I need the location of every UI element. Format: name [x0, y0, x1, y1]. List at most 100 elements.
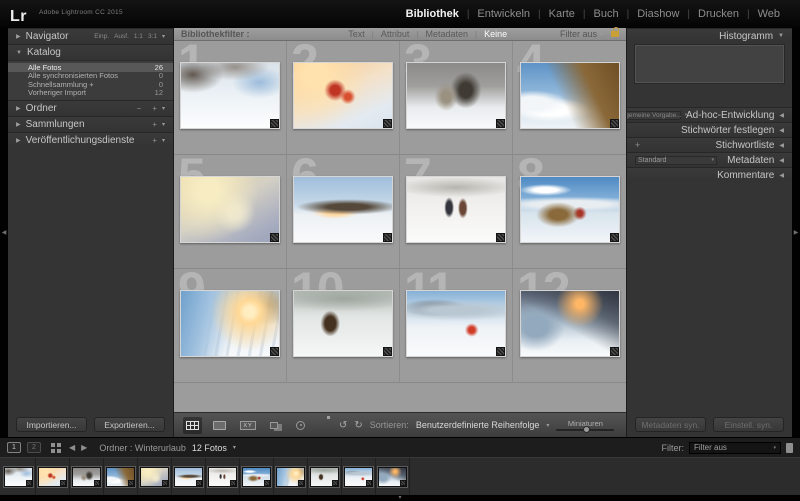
collection-badge-icon[interactable] [609, 233, 619, 242]
primary-monitor-button[interactable]: 1 [7, 442, 21, 453]
panel-header-stichwoerter-festlegen[interactable]: Stichwörter festlegen ◀ [627, 122, 792, 137]
right-panel-collapse-strip[interactable]: ▶ [792, 28, 800, 437]
module-tab-buch[interactable]: Buch [586, 8, 627, 20]
photo-thumbnail[interactable] [406, 290, 506, 357]
photo-thumbnail[interactable] [519, 290, 620, 357]
filter-option-keine[interactable]: Keine [477, 29, 514, 39]
photo-thumbnail[interactable] [180, 62, 280, 129]
panel-header-stichwortliste[interactable]: + Stichwortliste ◀ [627, 137, 792, 152]
sync-metadata-button[interactable]: Metadaten syn. [635, 417, 706, 432]
filmstrip-cell[interactable] [70, 458, 104, 495]
filmstrip-thumbnail[interactable] [275, 465, 306, 488]
rotate-right-icon[interactable]: ↻ [354, 420, 362, 431]
collection-badge-icon[interactable] [383, 119, 392, 128]
grid-cell[interactable]: 12 [513, 264, 626, 383]
panel-header-histogramm[interactable]: Histogramm ▼ [627, 28, 792, 43]
sort-order-dropdown[interactable]: Benutzerdefinierte Reihenfolge [416, 420, 540, 430]
photo-thumbnail[interactable] [180, 176, 280, 243]
panel-header-katalog[interactable]: ▼ Katalog [8, 44, 173, 60]
forward-arrow-icon[interactable]: ▶ [81, 443, 87, 452]
module-tab-drucken[interactable]: Drucken [690, 8, 747, 20]
saved-preset-dropdown[interactable]: Allgemeine Vorgabe... ▾ [627, 110, 687, 120]
grid-cell[interactable]: 2 [287, 41, 400, 155]
photo-thumbnail[interactable] [519, 176, 620, 243]
filmstrip-photo-count[interactable]: 12 Fotos [192, 443, 227, 453]
filmstrip-cell[interactable] [2, 458, 36, 495]
collection-badge-icon[interactable] [400, 479, 406, 486]
module-tab-karte[interactable]: Karte [541, 8, 583, 20]
people-view-button[interactable] [293, 417, 308, 434]
collection-badge-icon[interactable] [60, 479, 66, 486]
filmstrip-cell[interactable] [376, 458, 410, 495]
collection-badge-icon[interactable] [496, 119, 505, 128]
filmstrip-cell[interactable] [138, 458, 172, 495]
module-tab-web[interactable]: Web [750, 8, 788, 20]
grid-cell[interactable]: 7 [400, 150, 513, 269]
filmstrip-cell[interactable] [172, 458, 206, 495]
collection-badge-icon[interactable] [609, 119, 619, 128]
loupe-view-button[interactable] [210, 417, 229, 434]
navigator-zoom-level[interactable]: 1:1 [134, 33, 143, 40]
filmstrip-thumbnail[interactable] [343, 465, 374, 488]
filmstrip-collapse-strip[interactable]: ▾ [0, 495, 800, 501]
photo-thumbnail[interactable] [406, 62, 506, 129]
filter-option-text[interactable]: Text [341, 29, 372, 39]
grid-cell[interactable]: 11 [400, 264, 513, 383]
survey-view-button[interactable] [267, 417, 285, 434]
grid-cell[interactable]: 1 [174, 41, 287, 155]
collection-badge-icon[interactable] [230, 479, 236, 486]
filmstrip-thumbnail[interactable] [377, 465, 408, 488]
filmstrip-thumbnail[interactable] [139, 465, 170, 488]
histogram-display[interactable] [634, 44, 785, 84]
grid-cell[interactable]: 3 [400, 41, 513, 155]
filmstrip-thumbnail[interactable] [105, 465, 136, 488]
filter-preset-dropdown[interactable]: Filter aus [560, 29, 597, 39]
slider-thumb[interactable] [583, 426, 591, 433]
collection-badge-icon[interactable] [496, 347, 505, 356]
rotate-left-icon[interactable]: ↺ [339, 420, 347, 431]
panel-header-veroeffentlichungsdienste[interactable]: ▶ Veröffentlichungsdienste + ▾ [8, 132, 173, 148]
collection-badge-icon[interactable] [496, 233, 505, 242]
filter-option-metadaten[interactable]: Metadaten [418, 29, 475, 39]
collection-badge-icon[interactable] [383, 347, 392, 356]
module-tab-diashow[interactable]: Diashow [629, 8, 687, 20]
filmstrip-filter-dropdown[interactable]: Filter aus ▾ [689, 441, 781, 454]
photo-thumbnail[interactable] [293, 62, 393, 129]
thumbnail-size-slider[interactable] [556, 426, 615, 433]
collection-badge-icon[interactable] [26, 479, 32, 486]
module-tab-entwickeln[interactable]: Entwickeln [469, 8, 538, 20]
go-to-grid-icon[interactable] [51, 442, 55, 447]
back-arrow-icon[interactable]: ◀ [69, 443, 75, 452]
panel-header-metadaten[interactable]: Standard ▾ Metadaten ◀ [627, 152, 792, 167]
panel-header-ad-hoc-entwicklung[interactable]: Allgemeine Vorgabe... ▾ Ad-hoc-Entwicklu… [627, 107, 792, 122]
grid-cell[interactable]: 9 [174, 264, 287, 383]
filter-toggle-switch[interactable] [786, 442, 793, 453]
collection-badge-icon[interactable] [128, 479, 134, 486]
collection-badge-icon[interactable] [332, 479, 338, 486]
collection-badge-icon[interactable] [366, 479, 372, 486]
collection-badge-icon[interactable] [298, 479, 304, 486]
import-button[interactable]: Importieren... [16, 417, 87, 432]
add-folder-button[interactable]: + [152, 104, 157, 113]
grid-cell[interactable]: 6 [287, 150, 400, 269]
sync-settings-button[interactable]: Einstell. syn. [713, 417, 784, 432]
filmstrip-cell[interactable] [206, 458, 240, 495]
navigator-zoom-level[interactable]: Ausf. [114, 33, 129, 40]
filter-lock-icon[interactable] [611, 27, 619, 37]
grid-cell[interactable]: 4 [513, 41, 626, 155]
add-collection-button[interactable]: + [152, 120, 157, 129]
grid-cell[interactable]: 5 [174, 150, 287, 269]
collection-badge-icon[interactable] [609, 347, 619, 356]
remove-folder-button[interactable]: − [137, 104, 142, 113]
left-panel-collapse-strip[interactable]: ◀ [0, 28, 8, 437]
filmstrip-thumbnail[interactable] [309, 465, 340, 488]
add-publish-service-button[interactable]: + [152, 136, 157, 145]
filmstrip-thumbnail[interactable] [37, 465, 68, 488]
catalog-item[interactable]: Alle Fotos 26 [8, 63, 173, 72]
filmstrip-thumbnail[interactable] [207, 465, 238, 488]
panel-header-ordner[interactable]: ▶ Ordner − + ▾ [8, 100, 173, 116]
filmstrip-cell[interactable] [240, 458, 274, 495]
collection-badge-icon[interactable] [270, 347, 279, 356]
add-keyword-icon[interactable]: + [635, 140, 640, 150]
export-button[interactable]: Exportieren... [94, 417, 165, 432]
